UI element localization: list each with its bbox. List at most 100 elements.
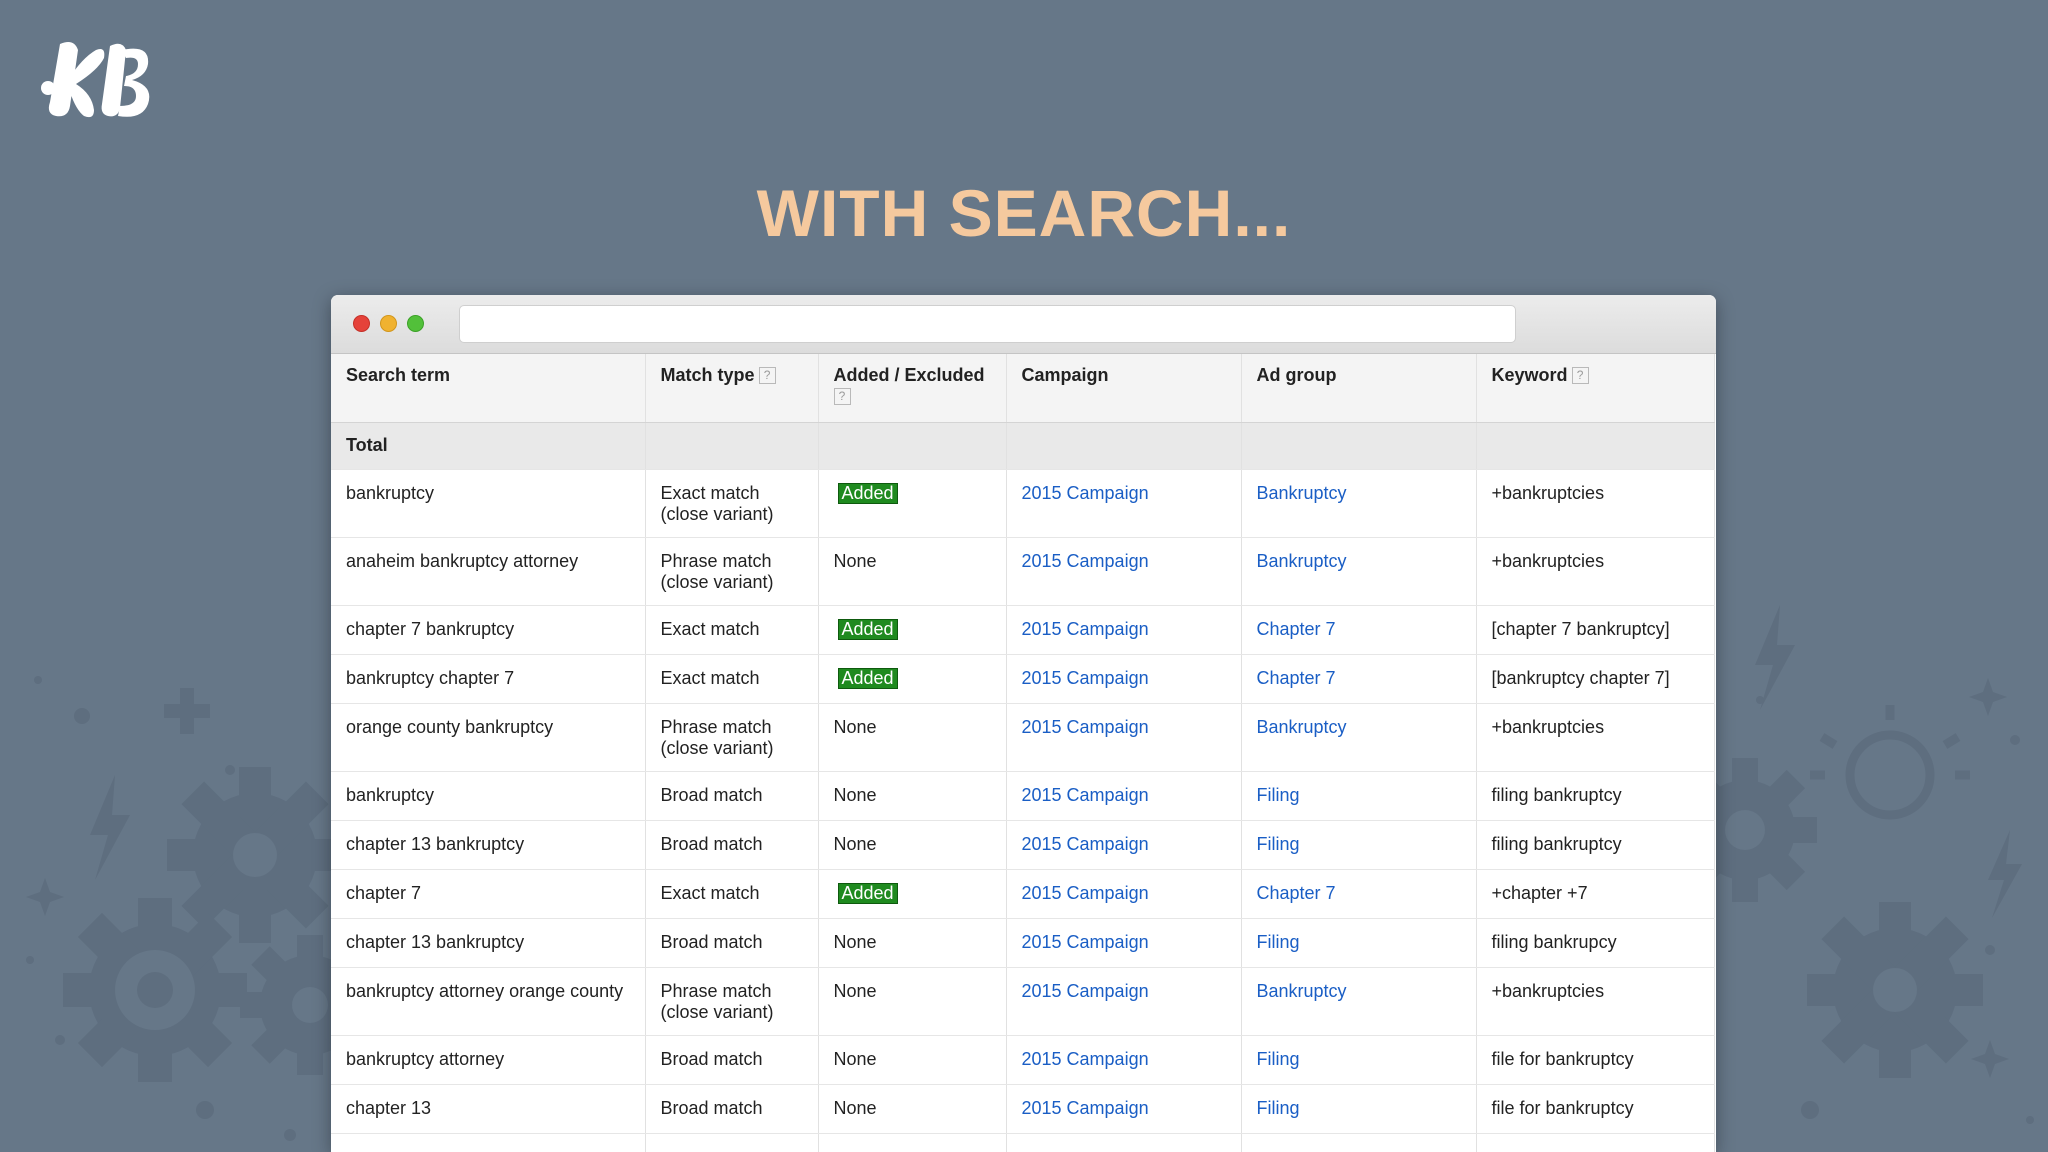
column-header-campaign[interactable]: Campaign <box>1006 354 1242 423</box>
match-type-cell: Exact match <box>645 654 819 704</box>
column-header-label: Ad group <box>1256 365 1337 385</box>
ad-group-link[interactable]: Bankruptcy <box>1257 551 1347 571</box>
added-badge: Added <box>837 618 898 640</box>
sparkle-icon <box>1969 678 2007 716</box>
added-badge: Added <box>837 882 898 904</box>
added-excluded-cell: Added <box>818 605 1007 655</box>
keyword-cell: +bankruptcies <box>1476 703 1715 772</box>
search-term-cell: bankruptcy chapter 7 <box>331 654 646 704</box>
table-row: chapter 13 bankruptcy Broad match None 2… <box>331 820 1715 870</box>
total-row: Total <box>331 422 1715 470</box>
campaign-link[interactable]: 2015 Campaign <box>1022 834 1149 854</box>
keyword-cell <box>1476 1133 1715 1152</box>
minimize-window-button[interactable] <box>380 315 397 332</box>
search-term-cell: chapter 7 bankruptcy <box>331 605 646 655</box>
campaign-link[interactable]: 2015 Campaign <box>1022 785 1149 805</box>
campaign-link[interactable]: 2015 Campaign <box>1022 981 1149 1001</box>
campaign-cell: 2015 Campaign <box>1006 1084 1242 1134</box>
ad-group-cell: Bankruptcy <box>1241 537 1477 606</box>
campaign-link[interactable]: 2015 Campaign <box>1022 668 1149 688</box>
campaign-cell: 2015 Campaign <box>1006 918 1242 968</box>
search-term-cell: bankruptcy attorney orange county <box>331 967 646 1036</box>
match-type-cell: Phrase match (close variant) <box>645 537 819 606</box>
sparkle-icon <box>1971 1040 2009 1078</box>
added-excluded-cell: None <box>818 1035 1007 1085</box>
gear-icon <box>1807 902 1983 1078</box>
ad-group-cell: Filing <box>1241 1084 1477 1134</box>
campaign-link[interactable]: 2015 Campaign <box>1022 932 1149 952</box>
campaign-cell: 2015 Campaign <box>1006 703 1242 772</box>
column-header-ad-group[interactable]: Ad group <box>1241 354 1477 423</box>
table-header-row: Search term Match type? Added / Excluded… <box>331 354 1715 423</box>
keyword-cell: [chapter 7 bankruptcy] <box>1476 605 1715 655</box>
close-window-button[interactable] <box>353 315 370 332</box>
lightning-icon <box>1755 605 1795 710</box>
maximize-window-button[interactable] <box>407 315 424 332</box>
added-excluded-cell: None <box>818 771 1007 821</box>
ad-group-link[interactable]: Chapter 7 <box>1257 668 1336 688</box>
table-row: bankruptcy chapter 7 Exact match Added 2… <box>331 654 1715 704</box>
ad-group-cell: Filing <box>1241 820 1477 870</box>
table-row: bankruptcy attorney Broad match None 201… <box>331 1035 1715 1085</box>
match-type-cell: Broad match <box>645 771 819 821</box>
match-type-cell: Exact match <box>645 869 819 919</box>
ad-group-cell: Chapter 7 <box>1241 605 1477 655</box>
ad-group-link[interactable]: Chapter 7 <box>1257 619 1336 639</box>
column-header-added-excluded[interactable]: Added / Excluded? <box>818 354 1007 423</box>
ad-group-link[interactable]: Chapter 7 <box>1257 883 1336 903</box>
table-row: orange county bankruptcy Phrase match (c… <box>331 703 1715 772</box>
ad-group-link[interactable]: Filing <box>1257 785 1300 805</box>
column-header-keyword[interactable]: Keyword? <box>1476 354 1715 423</box>
added-excluded-cell: Added <box>818 469 1007 538</box>
ad-group-cell: Bankruptcy <box>1241 703 1477 772</box>
campaign-cell: 2015 Campaign <box>1006 1035 1242 1085</box>
match-type-cell <box>645 1133 819 1152</box>
keyword-cell: file for bankruptcy <box>1476 1035 1715 1085</box>
search-term-cell: orange county bankruptcy <box>331 703 646 772</box>
help-icon[interactable]: ? <box>1571 367 1589 384</box>
search-term-cell: anaheim bankruptcy attorney <box>331 537 646 606</box>
match-type-cell: Phrase match (close variant) <box>645 967 819 1036</box>
keyword-cell: +chapter +7 <box>1476 869 1715 919</box>
ad-group-link[interactable]: Filing <box>1257 932 1300 952</box>
ad-group-link[interactable]: Bankruptcy <box>1257 717 1347 737</box>
campaign-link[interactable]: 2015 Campaign <box>1022 619 1149 639</box>
campaign-link[interactable]: 2015 Campaign <box>1022 1098 1149 1118</box>
table-row: anaheim bankruptcy attorney Phrase match… <box>331 537 1715 606</box>
table-row <box>331 1133 1715 1152</box>
column-header-label: Keyword <box>1491 365 1568 385</box>
column-header-search-term[interactable]: Search term <box>331 354 646 423</box>
column-header-match-type[interactable]: Match type? <box>645 354 819 423</box>
campaign-link[interactable]: 2015 Campaign <box>1022 717 1149 737</box>
campaign-link[interactable]: 2015 Campaign <box>1022 551 1149 571</box>
campaign-link[interactable]: 2015 Campaign <box>1022 483 1149 503</box>
help-icon[interactable]: ? <box>833 388 851 405</box>
keyword-cell: filing bankruptcy <box>1476 771 1715 821</box>
match-type-cell: Broad match <box>645 918 819 968</box>
campaign-link[interactable]: 2015 Campaign <box>1022 1049 1149 1069</box>
ad-group-link[interactable]: Filing <box>1257 1098 1300 1118</box>
ad-group-link[interactable]: Bankruptcy <box>1257 981 1347 1001</box>
table-row: bankruptcy Broad match None 2015 Campaig… <box>331 771 1715 821</box>
lightning-icon <box>1988 830 2022 918</box>
ad-group-link[interactable]: Filing <box>1257 1049 1300 1069</box>
lightning-icon <box>90 775 130 880</box>
search-term-cell: bankruptcy <box>331 469 646 538</box>
campaign-cell: 2015 Campaign <box>1006 469 1242 538</box>
search-term-cell <box>331 1133 646 1152</box>
match-type-cell: Broad match <box>645 1035 819 1085</box>
campaign-cell: 2015 Campaign <box>1006 771 1242 821</box>
ad-group-cell: Bankruptcy <box>1241 469 1477 538</box>
ad-group-link[interactable]: Filing <box>1257 834 1300 854</box>
search-term-cell: chapter 13 bankruptcy <box>331 918 646 968</box>
address-bar[interactable] <box>459 305 1516 343</box>
table-row: bankruptcy attorney orange county Phrase… <box>331 967 1715 1036</box>
ad-group-cell: Chapter 7 <box>1241 654 1477 704</box>
search-term-cell: chapter 13 bankruptcy <box>331 820 646 870</box>
plus-icon <box>164 688 210 734</box>
campaign-link[interactable]: 2015 Campaign <box>1022 883 1149 903</box>
help-icon[interactable]: ? <box>758 367 776 384</box>
keyword-cell: +bankruptcies <box>1476 537 1715 606</box>
ad-group-link[interactable]: Bankruptcy <box>1257 483 1347 503</box>
table-row: chapter 7 Exact match Added 2015 Campaig… <box>331 869 1715 919</box>
